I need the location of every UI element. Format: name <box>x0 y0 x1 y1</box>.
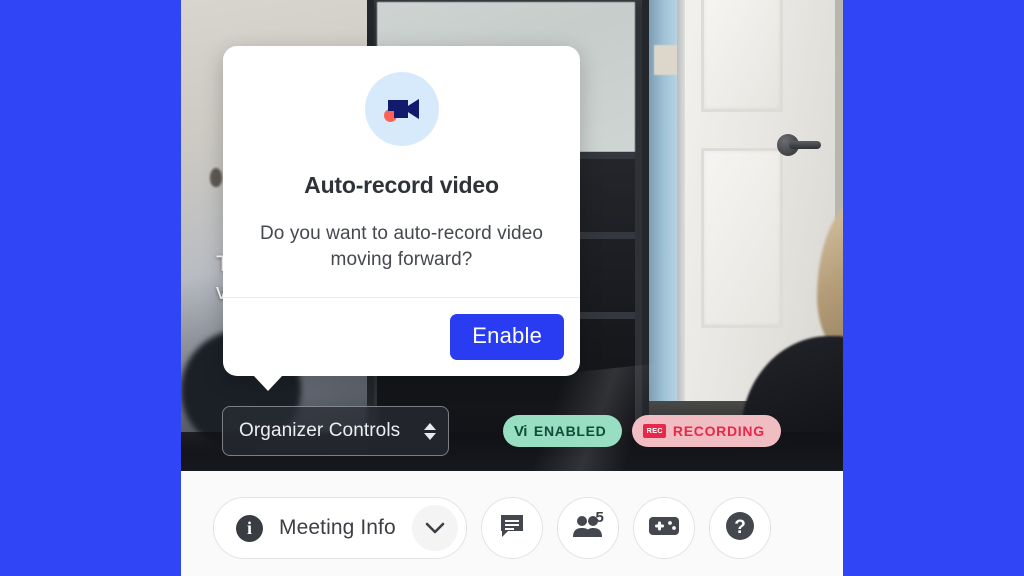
organizer-controls-select[interactable]: Organizer Controls <box>222 406 449 456</box>
toolbar-items: i Meeting Info 5 ? <box>213 497 771 559</box>
dialog-title: Auto-record video <box>304 172 499 198</box>
rec-chip-icon: REC <box>643 424 666 438</box>
status-badges: Vi ENABLED REC RECORDING <box>503 415 781 447</box>
door-panel <box>701 0 783 112</box>
participants-button[interactable]: 5 <box>556 497 619 559</box>
help-question-icon: ? <box>725 511 755 546</box>
chevron-down-icon[interactable] <box>411 505 458 551</box>
video-camera-record-icon <box>364 72 439 146</box>
meeting-info-label: Meeting Info <box>279 516 396 539</box>
light-switch <box>654 45 678 75</box>
help-button[interactable]: ? <box>708 497 771 559</box>
meeting-info-button[interactable]: i Meeting Info <box>213 497 467 559</box>
chat-bubble-icon <box>499 513 525 544</box>
door-panel <box>701 148 783 328</box>
svg-text:?: ? <box>734 517 746 538</box>
video-feed: Tv Organizer Controls Vi ENABLED REC REC… <box>181 0 843 471</box>
vi-logo-icon: Vi <box>514 422 527 440</box>
wall-detail <box>210 168 222 187</box>
stepper-arrows-icon[interactable] <box>424 422 436 440</box>
chat-button[interactable] <box>480 497 543 559</box>
games-button[interactable] <box>632 497 695 559</box>
dialog-pointer-tail <box>253 375 283 391</box>
status-badge-recording-label: RECORDING <box>672 423 765 439</box>
dialog-footer: Enable <box>223 298 580 376</box>
info-circle-icon: i <box>236 514 263 542</box>
status-badge-enabled: Vi ENABLED <box>503 415 623 447</box>
auto-record-dialog: Auto-record video Do you want to auto-re… <box>223 46 580 391</box>
dialog-message: Do you want to auto-record video moving … <box>259 223 544 270</box>
status-badge-recording: REC RECORDING <box>632 415 781 447</box>
status-badge-enabled-label: ENABLED <box>533 423 607 439</box>
enable-button[interactable]: Enable <box>450 314 564 360</box>
app-stage: Tv Organizer Controls Vi ENABLED REC REC… <box>181 0 843 576</box>
organizer-controls-value: Organizer Controls <box>239 420 401 441</box>
dialog-body: Auto-record video Do you want to auto-re… <box>223 46 580 297</box>
game-controller-icon <box>648 516 679 541</box>
door-lever <box>789 141 821 149</box>
participants-count: 5 <box>595 509 604 526</box>
bottom-toolbar: i Meeting Info 5 ? <box>181 471 843 576</box>
